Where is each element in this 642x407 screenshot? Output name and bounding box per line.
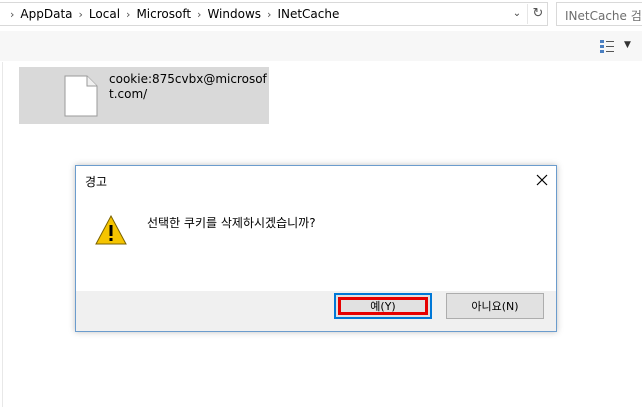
breadcrumb-item-windows[interactable]: Windows [207,7,261,21]
breadcrumb: › AppData › Local › Microsoft › Windows … [4,3,339,25]
no-button[interactable]: 아니요(N) [446,293,544,319]
chevron-down-icon[interactable]: ⌄ [510,7,524,21]
chevron-right-icon[interactable]: › [261,8,277,21]
dialog-body: 선택한 쿠키를 삭제하시겠습니까? [76,195,556,291]
pane-divider [2,62,3,407]
warning-icon [95,215,127,245]
warning-dialog: 경고 선택한 쿠키를 삭제하시겠습니까? 예(Y) 아니요(N) [75,165,557,332]
breadcrumb-item-appdata[interactable]: AppData [20,7,72,21]
search-input[interactable]: INetCache 검색 [556,2,642,26]
chevron-right-icon[interactable]: › [4,8,20,21]
search-placeholder: INetCache 검색 [565,9,642,23]
dialog-message: 선택한 쿠키를 삭제하시겠습니까? [147,216,316,230]
dialog-titlebar[interactable]: 경고 [76,166,556,195]
refresh-icon[interactable]: ↻ [527,4,548,24]
view-toolbar: ▼ [0,31,642,61]
address-bar[interactable]: › AppData › Local › Microsoft › Windows … [0,2,548,26]
yes-button[interactable]: 예(Y) [334,293,432,319]
breadcrumb-item-local[interactable]: Local [89,7,120,21]
close-icon[interactable] [532,170,552,190]
dialog-title: 경고 [85,175,108,189]
highlight-box [338,297,428,315]
chevron-right-icon[interactable]: › [73,8,89,21]
address-row: › AppData › Local › Microsoft › Windows … [0,0,642,30]
breadcrumb-item-microsoft[interactable]: Microsoft [136,7,191,21]
file-item[interactable]: cookie:875cvbx@microsoft.com/ [19,67,269,124]
view-dropdown-icon[interactable]: ▼ [624,40,631,50]
breadcrumb-item-inetcache[interactable]: INetCache [277,7,339,21]
no-button-label: 아니요(N) [471,300,519,313]
details-view-icon[interactable] [600,40,614,53]
blank-file-icon [64,75,98,117]
file-name: cookie:875cvbx@microsoft.com/ [109,72,267,101]
chevron-right-icon[interactable]: › [120,8,136,21]
chevron-right-icon[interactable]: › [191,8,207,21]
